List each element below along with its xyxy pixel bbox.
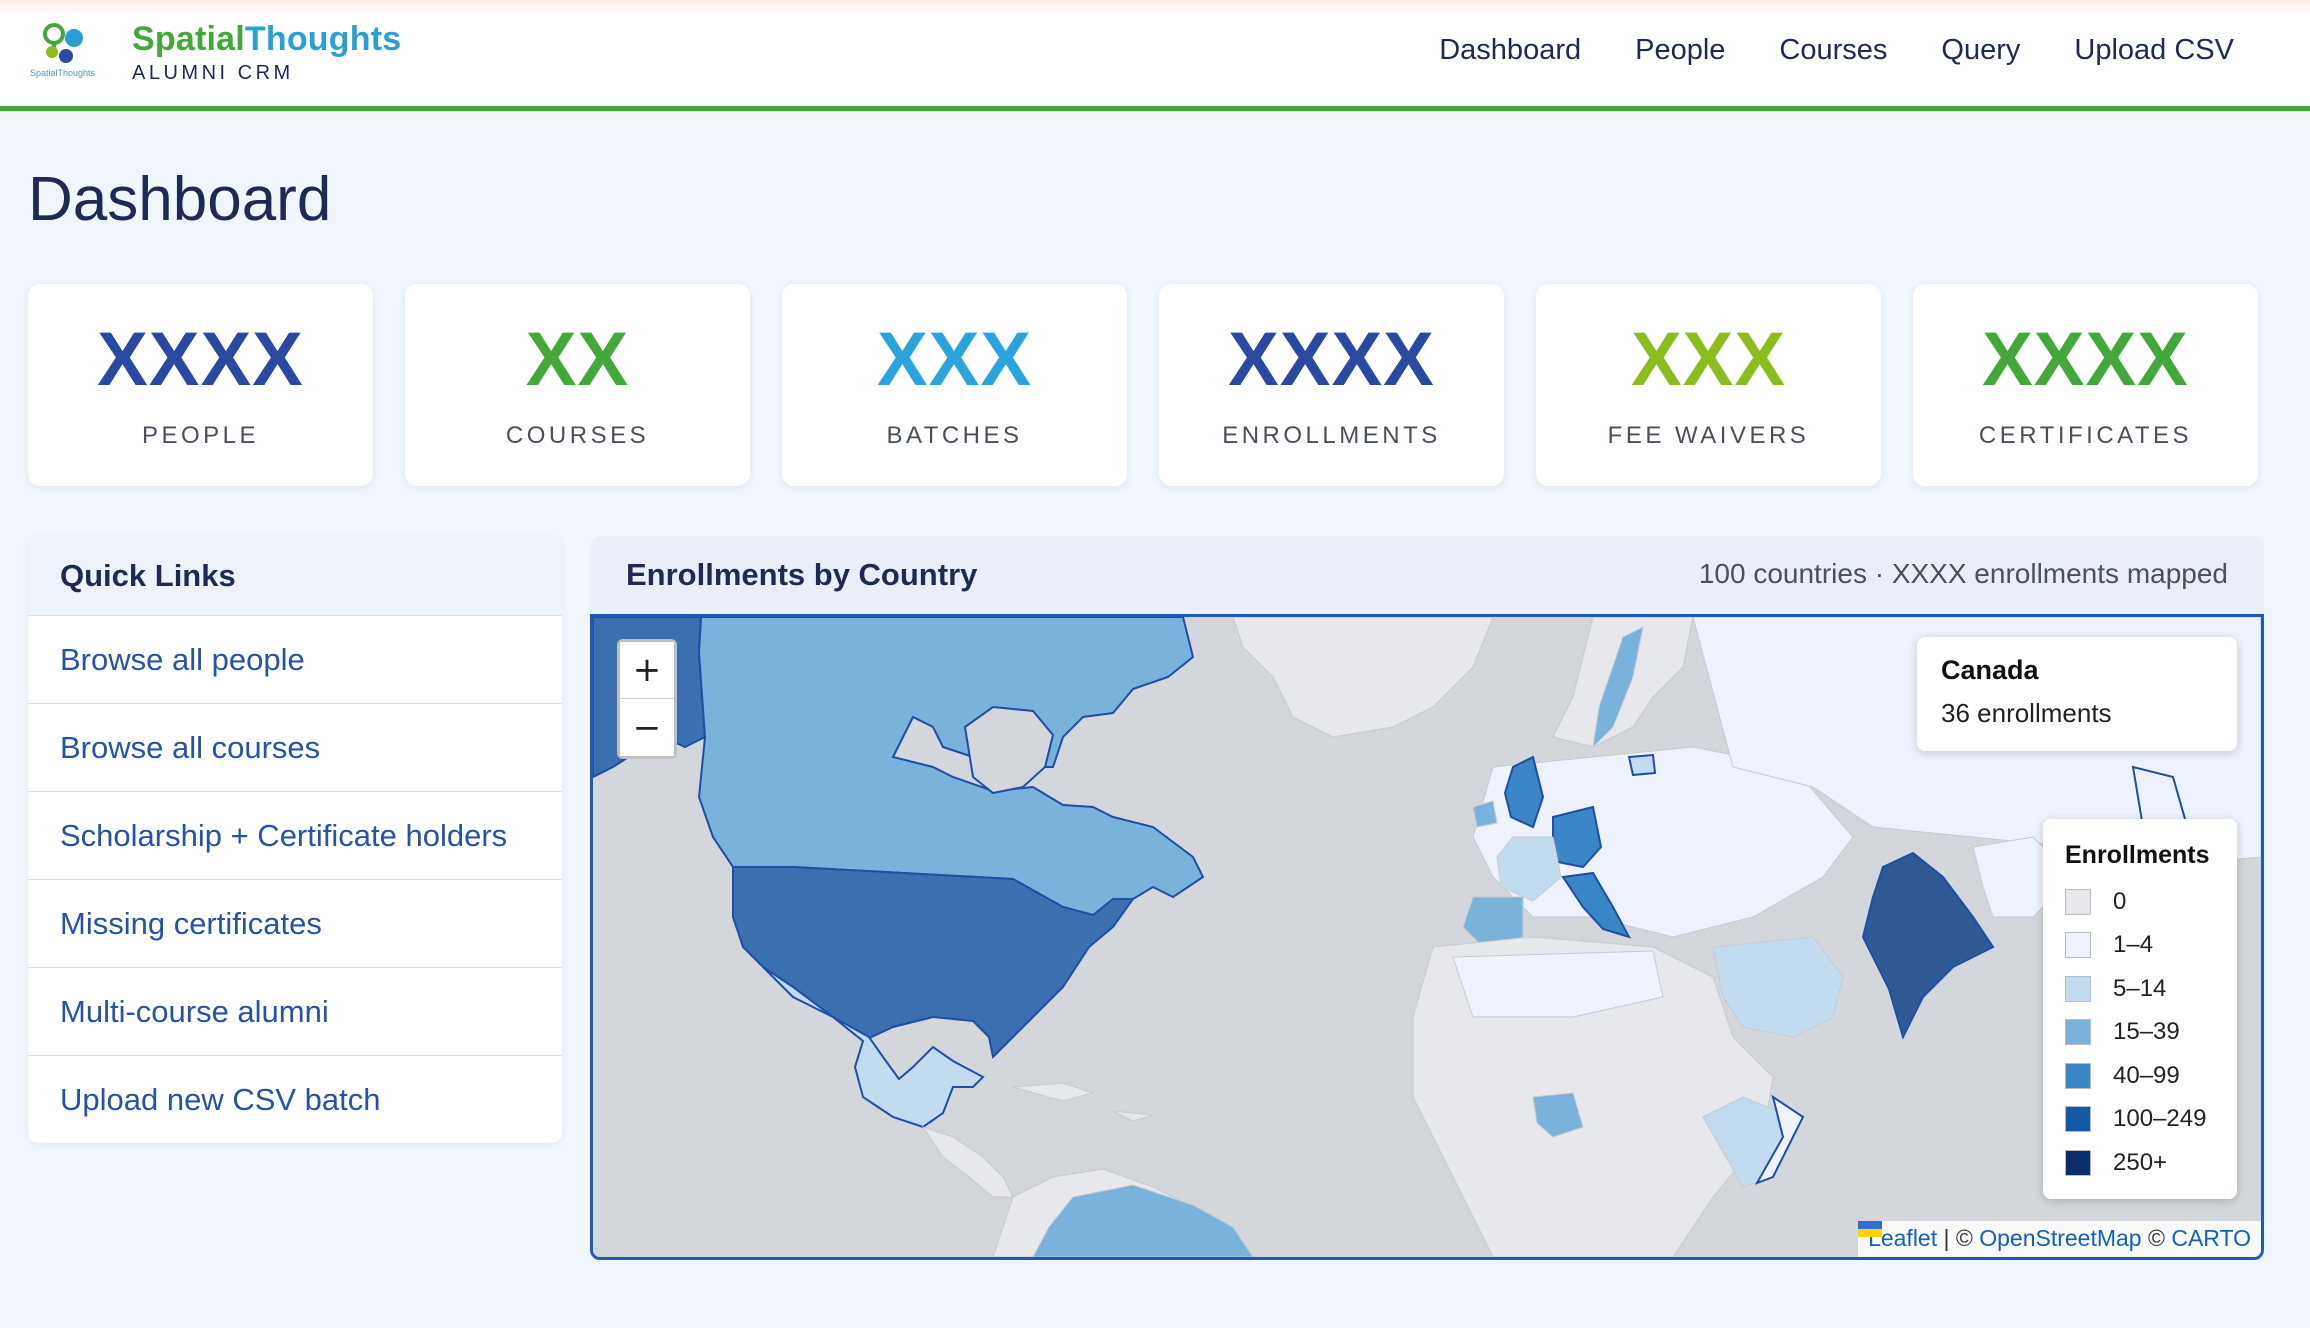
stat-value: XXX <box>876 317 1033 402</box>
stat-card-people: XXXX PEOPLE <box>28 284 373 486</box>
brand-subtitle: ALUMNI CRM <box>132 62 294 84</box>
stat-value: XXXX <box>97 317 304 402</box>
stat-label: CERTIFICATES <box>1978 422 2193 449</box>
stat-card-enrollments: XXXX ENROLLMENTS <box>1159 284 1504 486</box>
nav-people[interactable]: People <box>1635 30 1725 70</box>
logo-icon: SpatialThoughts <box>28 18 108 82</box>
top-navbar: SpatialThoughts SpatialThoughts ALUMNI C… <box>0 0 2310 111</box>
stat-value: XXXX <box>1982 317 2189 402</box>
choropleth-map[interactable]: + − Canada 36 enrollments Enrollments 0 … <box>590 614 2264 1260</box>
map-summary: 100 countries · XXXX enrollments mapped <box>1698 558 2228 589</box>
stat-card-certificates: XXXX CERTIFICATES <box>1913 284 2258 486</box>
page-title: Dashboard <box>28 165 332 234</box>
legend-row: 40–99 <box>2065 1054 2237 1098</box>
enrollments-map-panel: Enrollments by Country 100 countries · X… <box>590 536 2264 1260</box>
quick-link-scholarship-certificate[interactable]: Scholarship + Certificate holders <box>28 792 562 880</box>
legend-title: Enrollments <box>2065 841 2210 869</box>
quick-link-multi-course-alumni[interactable]: Multi-course alumni <box>28 968 562 1056</box>
nav-courses[interactable]: Courses <box>1779 30 1887 70</box>
legend-swatch <box>2065 1062 2091 1089</box>
legend-swatch <box>2065 932 2091 959</box>
legend-label: 1–4 <box>2113 931 2154 959</box>
stat-label: PEOPLE <box>141 422 260 449</box>
brand[interactable]: SpatialThoughts SpatialThoughts ALUMNI C… <box>28 18 401 85</box>
nav-dashboard[interactable]: Dashboard <box>1439 30 1581 70</box>
stat-card-batches: XXX BATCHES <box>782 284 1127 486</box>
legend-swatch <box>2065 1149 2091 1176</box>
logo-wordmark: SpatialThoughts <box>30 68 96 78</box>
legend-row: 250+ <box>2065 1141 2237 1185</box>
stat-value: XXX <box>1630 317 1787 402</box>
stat-value: XX <box>525 317 630 402</box>
legend-row: 15–39 <box>2065 1011 2237 1055</box>
main-nav: Dashboard People Courses Query Upload CS… <box>1385 30 2234 70</box>
map-legend: Enrollments 0 1–4 5–14 15–39 40–99 100–2… <box>2043 819 2237 1199</box>
stat-label: BATCHES <box>886 422 1023 449</box>
quick-link-upload-csv[interactable]: Upload new CSV batch <box>28 1056 562 1143</box>
carto-link[interactable]: CARTO <box>2171 1225 2251 1251</box>
legend-label: 250+ <box>2113 1148 2168 1176</box>
osm-link[interactable]: OpenStreetMap <box>1979 1225 2141 1251</box>
legend-label: 5–14 <box>2113 974 2167 1002</box>
legend-swatch <box>2065 1106 2091 1133</box>
ukraine-flag-icon <box>1858 1221 1883 1237</box>
legend-label: 0 <box>2113 887 2127 915</box>
hover-info-box: Canada 36 enrollments <box>1917 637 2237 751</box>
stat-label: FEE WAIVERS <box>1607 422 1810 449</box>
stats-row: XXXX PEOPLE XX COURSES XXX BATCHES XXXX … <box>28 284 2258 486</box>
quick-link-missing-certificates[interactable]: Missing certificates <box>28 880 562 968</box>
country-estonia <box>1627 753 1657 777</box>
legend-row: 5–14 <box>2065 967 2237 1011</box>
legend-label: 40–99 <box>2113 1061 2180 1089</box>
stat-label: COURSES <box>505 422 650 449</box>
map-title: Enrollments by Country <box>626 557 978 592</box>
zoom-control: + − <box>617 639 677 759</box>
legend-swatch <box>2065 975 2091 1002</box>
legend-swatch <box>2065 1019 2091 1046</box>
attribution-copyright: © <box>2141 1225 2172 1251</box>
stat-card-fee-waivers: XXX FEE WAIVERS <box>1536 284 1881 486</box>
stat-value: XXXX <box>1228 317 1435 402</box>
quick-link-browse-courses[interactable]: Browse all courses <box>28 704 562 792</box>
map-attribution: Leaflet | © OpenStreetMap © CARTO <box>1858 1221 2261 1257</box>
legend-row: 1–4 <box>2065 924 2237 968</box>
legend-label: 100–249 <box>2113 1105 2207 1133</box>
hover-enrollment-count: 36 enrollments <box>1941 698 2112 728</box>
legend-swatch <box>2065 888 2091 915</box>
zoom-out-button[interactable]: − <box>620 699 674 756</box>
nav-query[interactable]: Query <box>1941 30 2020 70</box>
quick-links-title: Quick Links <box>28 536 562 616</box>
quick-link-browse-people[interactable]: Browse all people <box>28 616 562 704</box>
stat-card-courses: XX COURSES <box>405 284 750 486</box>
legend-row: 100–249 <box>2065 1098 2237 1142</box>
nav-upload-csv[interactable]: Upload CSV <box>2074 30 2234 70</box>
hover-country-name: Canada <box>1941 655 2039 685</box>
legend-label: 15–39 <box>2113 1018 2180 1046</box>
zoom-in-button[interactable]: + <box>620 642 674 699</box>
legend-row: 0 <box>2065 880 2237 924</box>
quick-links-panel: Quick Links Browse all people Browse all… <box>28 536 562 1143</box>
brand-name: SpatialThoughts <box>132 20 402 58</box>
stat-label: ENROLLMENTS <box>1222 422 1441 449</box>
attribution-separator: | © <box>1937 1225 1980 1251</box>
